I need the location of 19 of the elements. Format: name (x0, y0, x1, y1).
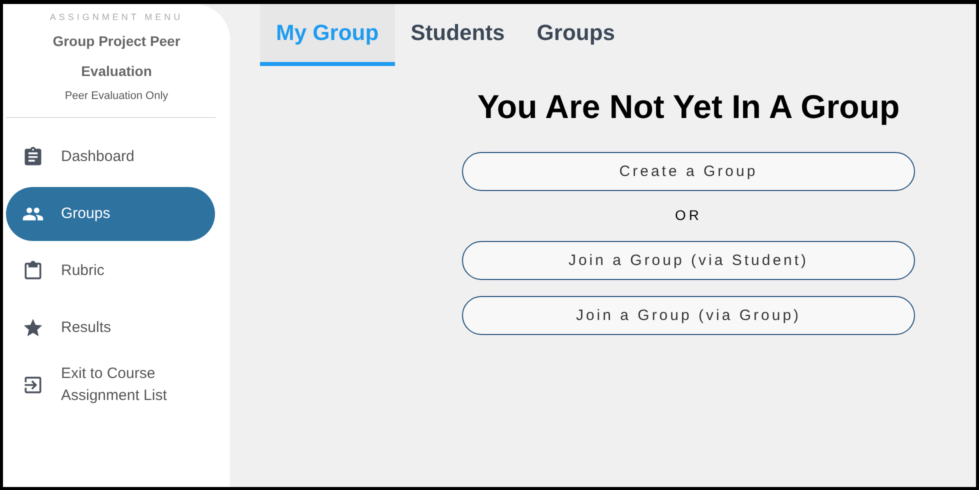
clipboard-icon (22, 260, 44, 282)
menu-caption: ASSIGNMENT MENU (48, 12, 184, 22)
or-separator: OR (674, 207, 703, 223)
tab[interactable]: Students (394, 4, 521, 66)
sidebar-item[interactable]: Exit to Course Assignment List (6, 358, 215, 412)
clipboard-icon (22, 146, 44, 168)
tab[interactable]: Groups (520, 4, 632, 66)
assignment-title: Group Project Peer Evaluation (52, 32, 182, 81)
action-button[interactable]: Create a Group (462, 152, 915, 191)
action-button[interactable]: Join a Group (via Group) (462, 296, 915, 335)
exit-icon (22, 374, 44, 396)
star-icon (22, 317, 44, 339)
sidebar-item[interactable]: Dashboard (6, 130, 215, 184)
sidebar-item[interactable]: Results (6, 301, 215, 355)
action-button[interactable]: Join a Group (via Student) (462, 241, 915, 280)
page-heading: You Are Not Yet In A Group (476, 88, 901, 126)
assignment-subtitle: Peer Evaluation Only (64, 90, 170, 102)
sidebar-item[interactable]: Rubric (6, 244, 215, 298)
sidebar-item[interactable]: Groups (6, 187, 215, 241)
